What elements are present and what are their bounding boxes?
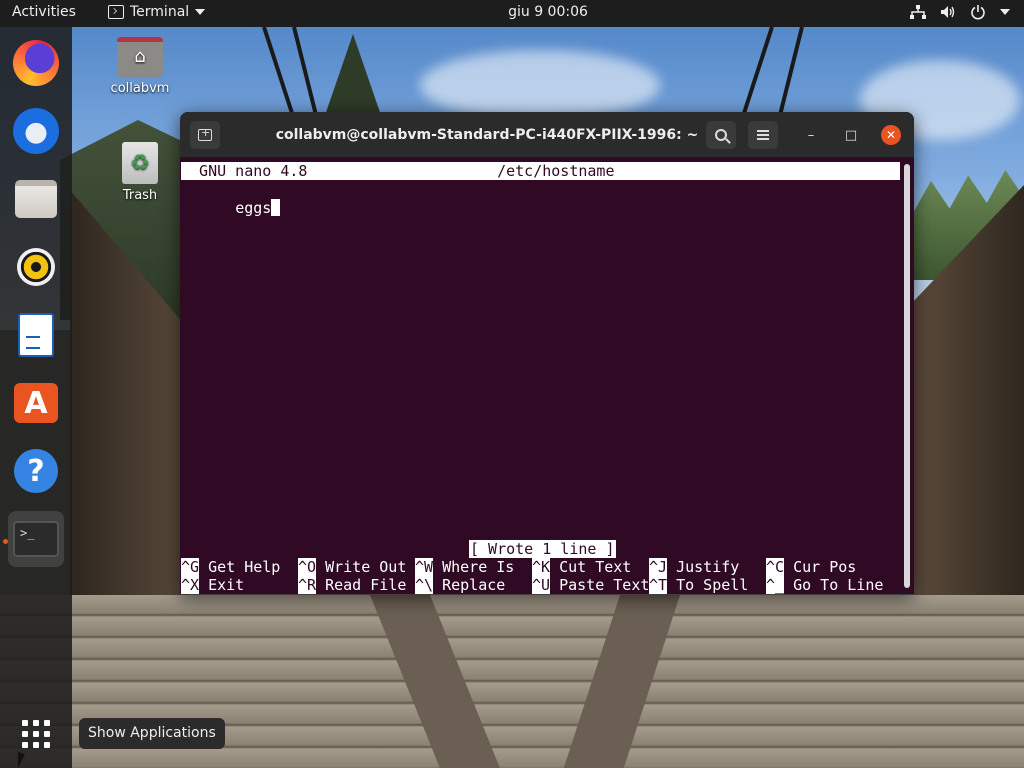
show-applications-tooltip: Show Applications xyxy=(79,718,225,749)
dock-firefox[interactable] xyxy=(8,35,64,91)
new-tab-icon xyxy=(198,126,212,141)
window-title: collabvm@collabvm-Standard-PC-i440FX-PII… xyxy=(275,127,699,143)
terminal-content[interactable]: GNU nano 4.8 /etc/hostname eggs [ Wrote … xyxy=(180,158,914,594)
new-tab-button[interactable] xyxy=(190,121,220,149)
nano-header: GNU nano 4.8 /etc/hostname xyxy=(181,162,900,180)
desktop-icon-label: collabvm xyxy=(110,81,170,96)
firefox-icon xyxy=(13,40,59,86)
minimize-icon: – xyxy=(807,127,815,143)
menu-button[interactable] xyxy=(748,121,778,149)
rhythmbox-icon xyxy=(17,248,55,286)
hamburger-menu-icon xyxy=(757,130,769,140)
shortcut-to-spell: ^T To Spell xyxy=(649,576,749,594)
minimize-button[interactable]: – xyxy=(801,125,821,145)
nano-shortcut-row: ^G Get Help ^O Write Out ^W Where Is ^K … xyxy=(181,558,856,576)
dock-thunderbird[interactable] xyxy=(8,103,64,159)
desktop-icon-trash[interactable]: ♻ Trash xyxy=(100,142,180,203)
shortcut-where-is: ^W Where Is xyxy=(415,558,515,576)
search-icon xyxy=(715,129,727,141)
libreoffice-writer-icon xyxy=(18,313,54,357)
system-tray[interactable] xyxy=(910,4,1010,20)
dock-terminal[interactable]: >_ xyxy=(8,511,64,567)
shortcut-replace: ^\ Replace xyxy=(415,576,506,594)
nano-status-message: [ Wrote 1 line ] xyxy=(469,540,616,558)
terminal-icon: >_ xyxy=(13,521,59,557)
volume-icon xyxy=(941,6,955,18)
search-button[interactable] xyxy=(706,121,736,149)
thunderbird-icon xyxy=(13,108,59,154)
dock-libreoffice-writer[interactable] xyxy=(8,307,64,363)
shortcut-write-out: ^O Write Out xyxy=(298,558,407,576)
shortcut-go-to-line: ^_ Go To Line xyxy=(766,576,884,594)
chevron-down-icon xyxy=(1000,9,1010,15)
close-button[interactable]: ✕ xyxy=(881,125,901,145)
maximize-icon: □ xyxy=(844,127,858,143)
show-applications-button[interactable] xyxy=(8,706,64,762)
dock-help[interactable]: ? xyxy=(8,443,64,499)
dock-ubuntu-software[interactable]: A xyxy=(8,375,64,431)
top-panel: Activities Terminal giu 9 00:06 xyxy=(0,0,1024,27)
dock: A ? >_ xyxy=(0,27,72,768)
files-icon xyxy=(15,180,57,218)
wallpaper-cloud xyxy=(420,50,660,120)
maximize-button[interactable]: □ xyxy=(841,125,861,145)
shortcut-cur-pos: ^C Cur Pos xyxy=(766,558,857,576)
close-icon: ✕ xyxy=(885,128,897,142)
network-icon xyxy=(910,5,926,19)
help-icon: ? xyxy=(14,449,58,493)
shortcut-read-file: ^R Read File xyxy=(298,576,407,594)
terminal-titlebar[interactable]: collabvm@collabvm-Standard-PC-i440FX-PII… xyxy=(180,112,914,158)
terminal-scrollbar[interactable] xyxy=(904,164,910,588)
editor-buffer[interactable]: eggs xyxy=(181,181,281,217)
shortcut-exit: ^X Exit xyxy=(181,576,245,594)
apps-grid-icon xyxy=(22,720,50,748)
home-folder-icon xyxy=(117,37,163,77)
text-cursor xyxy=(271,199,281,216)
terminal-window[interactable]: collabvm@collabvm-Standard-PC-i440FX-PII… xyxy=(180,112,914,594)
nano-shortcut-row: ^X Exit ^R Read File ^\ Replace ^U Paste… xyxy=(181,576,883,594)
dock-rhythmbox[interactable] xyxy=(8,239,64,295)
power-icon xyxy=(971,5,985,20)
buffer-text: eggs xyxy=(235,199,272,217)
clock[interactable]: giu 9 00:06 xyxy=(0,4,1024,20)
shortcut-get-help: ^G Get Help xyxy=(181,558,281,576)
ubuntu-software-icon: A xyxy=(14,383,58,423)
desktop-icon-home[interactable]: collabvm xyxy=(100,37,180,96)
shortcut-justify: ^J Justify xyxy=(649,558,740,576)
shortcut-paste-text: ^U Paste Text xyxy=(532,576,650,594)
desktop-icon-label: Trash xyxy=(122,188,158,203)
trash-icon: ♻ xyxy=(122,142,158,184)
dock-files[interactable] xyxy=(8,171,64,227)
shortcut-cut-text: ^K Cut Text xyxy=(532,558,632,576)
mouse-pointer-icon xyxy=(18,752,25,768)
